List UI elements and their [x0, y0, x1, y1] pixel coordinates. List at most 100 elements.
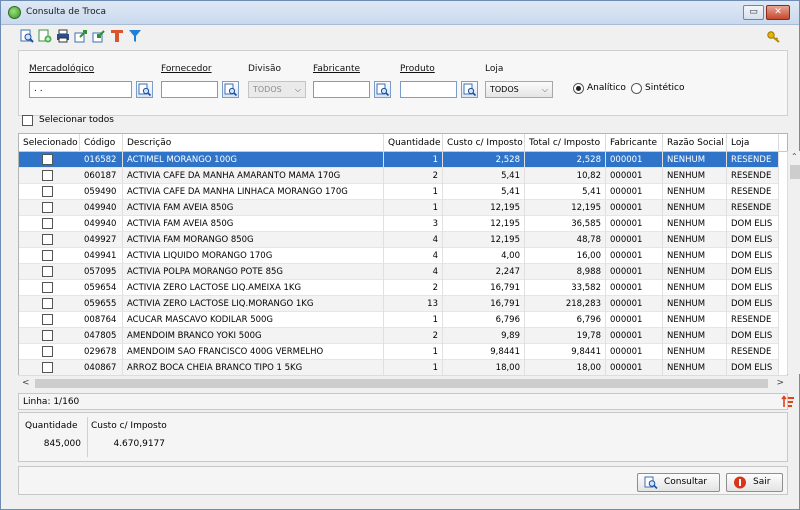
- col-custo[interactable]: Custo c/ Imposto: [443, 134, 525, 152]
- close-button[interactable]: ✕: [766, 5, 790, 20]
- produto-field[interactable]: [400, 81, 457, 98]
- print-icon[interactable]: [56, 29, 70, 43]
- row-checkbox[interactable]: [42, 234, 53, 245]
- table-row[interactable]: 060187 ACTIVIA CAFE DA MANHA AMARANTO MAM…: [19, 168, 779, 184]
- cell-custo: 2,247: [443, 264, 525, 280]
- cell-quantidade: 3: [384, 216, 443, 232]
- select-all-checkbox[interactable]: [22, 115, 33, 126]
- table-row[interactable]: 049940 ACTIVIA FAM AVEIA 850G 1 12,195 12,19…: [19, 200, 779, 216]
- col-descricao[interactable]: Descrição: [123, 134, 384, 152]
- key-icon[interactable]: [767, 31, 781, 43]
- cell-loja: DOM ELIS: [727, 216, 779, 232]
- cell-fabricante: 000001: [606, 168, 663, 184]
- fabricante-search-button[interactable]: [374, 81, 391, 98]
- cell-total: 8,988: [525, 264, 606, 280]
- row-checkbox[interactable]: [42, 314, 53, 325]
- cell-loja: RESENDE: [727, 152, 779, 168]
- hscroll-thumb[interactable]: [35, 379, 768, 388]
- mercadologico-search-button[interactable]: [136, 81, 153, 98]
- cell-quantidade: 2: [384, 168, 443, 184]
- cell-codigo: 059655: [80, 296, 123, 312]
- fornecedor-label[interactable]: Fornecedor: [161, 64, 212, 74]
- cell-descricao: ACTIVIA FAM MORANGO 850G: [123, 232, 384, 248]
- table-row[interactable]: 057095 ACTIVIA POLPA MORANGO POTE 85G 4 2,2…: [19, 264, 779, 280]
- cell-custo: 12,195: [443, 216, 525, 232]
- row-checkbox[interactable]: [42, 170, 53, 181]
- row-checkbox[interactable]: [42, 298, 53, 309]
- cell-custo: 4,00: [443, 248, 525, 264]
- sintetico-radio[interactable]: [631, 83, 642, 94]
- sair-button[interactable]: Sair: [726, 473, 783, 492]
- row-checkbox[interactable]: [42, 330, 53, 341]
- scroll-right-icon[interactable]: >: [776, 378, 784, 388]
- export-icon[interactable]: [74, 29, 88, 43]
- cell-fabricante: 000001: [606, 328, 663, 344]
- table-row[interactable]: 029678 AMENDOIM SAO FRANCISCO 400G VERMEL…: [19, 344, 779, 360]
- row-checkbox[interactable]: [42, 346, 53, 357]
- mercadologico-field[interactable]: . .: [29, 81, 132, 98]
- new-doc-icon[interactable]: [38, 29, 52, 43]
- title-bar: Consulta de Troca ▭ ✕: [1, 1, 799, 25]
- row-checkbox[interactable]: [42, 266, 53, 277]
- cell-quantidade: 1: [384, 344, 443, 360]
- import-icon[interactable]: [92, 29, 106, 43]
- col-loja[interactable]: Loja: [727, 134, 779, 152]
- text-tool-icon[interactable]: [110, 29, 124, 43]
- cell-total: 10,82: [525, 168, 606, 184]
- cell-fabricante: 000001: [606, 264, 663, 280]
- table-row[interactable]: 016582 ACTIMEL MORANGO 100G 1 2,528 2,528 000…: [19, 152, 779, 168]
- totals-quantidade-value: 845,000: [43, 439, 81, 449]
- vertical-scrollbar[interactable]: ⌃: [787, 151, 800, 374]
- produto-label[interactable]: Produto: [400, 64, 435, 74]
- col-quantidade[interactable]: Quantidade: [384, 134, 443, 152]
- search-doc-icon[interactable]: [20, 29, 34, 43]
- col-selecionado[interactable]: Selecionado: [19, 134, 80, 152]
- table-row[interactable]: 049940 ACTIVIA FAM AVEIA 850G 3 12,195 36,58…: [19, 216, 779, 232]
- cell-quantidade: 1: [384, 312, 443, 328]
- cell-descricao: ACTIVIA CAFE DA MANHA AMARANTO MAMA 170G: [123, 168, 384, 184]
- row-checkbox[interactable]: [42, 154, 53, 165]
- restore-button[interactable]: ▭: [743, 5, 764, 20]
- mercadologico-label[interactable]: Mercadológico: [29, 64, 94, 74]
- fornecedor-search-button[interactable]: [222, 81, 239, 98]
- col-razao-social[interactable]: Razão Social: [663, 134, 727, 152]
- table-row[interactable]: 049941 ACTIVIA LIQUIDO MORANGO 170G 4 4,00 1…: [19, 248, 779, 264]
- row-checkbox[interactable]: [42, 186, 53, 197]
- fabricante-label[interactable]: Fabricante: [313, 64, 360, 74]
- cell-quantidade: 2: [384, 280, 443, 296]
- window-title: Consulta de Troca: [26, 7, 107, 17]
- row-checkbox[interactable]: [42, 218, 53, 229]
- cell-quantidade: 4: [384, 248, 443, 264]
- cell-total: 2,528: [525, 152, 606, 168]
- table-row[interactable]: 040867 ARROZ BOCA CHEIA BRANCO TIPO 1 5KG…: [19, 360, 779, 376]
- col-total[interactable]: Total c/ Imposto: [525, 134, 606, 152]
- loja-select[interactable]: TODOS ⌵: [485, 81, 553, 98]
- analitico-radio[interactable]: [573, 83, 584, 94]
- fabricante-field[interactable]: [313, 81, 370, 98]
- sort-icon[interactable]: [781, 395, 795, 409]
- row-checkbox[interactable]: [42, 282, 53, 293]
- table-row[interactable]: 059490 ACTIVIA CAFE DA MANHA LINHACA MORA…: [19, 184, 779, 200]
- table-row[interactable]: 059654 ACTIVIA ZERO LACTOSE LIQ.AMEIXA 1K…: [19, 280, 779, 296]
- table-row[interactable]: 049927 ACTIVIA FAM MORANGO 850G 4 12,195 48,…: [19, 232, 779, 248]
- cell-descricao: AMENDOIM SAO FRANCISCO 400G VERMELHO: [123, 344, 384, 360]
- scroll-up-icon[interactable]: ⌃: [791, 152, 798, 161]
- table-row[interactable]: 059655 ACTIVIA ZERO LACTOSE LIQ.MORANGO 1…: [19, 296, 779, 312]
- col-fabricante[interactable]: Fabricante: [606, 134, 663, 152]
- consultar-button[interactable]: Consultar: [637, 473, 720, 492]
- fornecedor-field[interactable]: [161, 81, 218, 98]
- table-row[interactable]: 008764 ACUCAR MASCAVO KODILAR 500G 1 6,796 6…: [19, 312, 779, 328]
- cell-descricao: ACTIMEL MORANGO 100G: [123, 152, 384, 168]
- row-checkbox[interactable]: [42, 362, 53, 373]
- scroll-thumb[interactable]: [790, 165, 800, 179]
- scroll-left-icon[interactable]: <: [22, 378, 30, 388]
- table-row[interactable]: 047805 AMENDOIM BRANCO YOKI 500G 2 9,89 19,7…: [19, 328, 779, 344]
- produto-search-button[interactable]: [461, 81, 478, 98]
- chevron-down-icon: ⌵: [294, 85, 301, 94]
- row-checkbox[interactable]: [42, 250, 53, 261]
- horizontal-scrollbar[interactable]: < >: [18, 375, 788, 391]
- cell-codigo: 059490: [80, 184, 123, 200]
- filter-icon[interactable]: [128, 29, 142, 43]
- col-codigo[interactable]: Código: [80, 134, 123, 152]
- row-checkbox[interactable]: [42, 202, 53, 213]
